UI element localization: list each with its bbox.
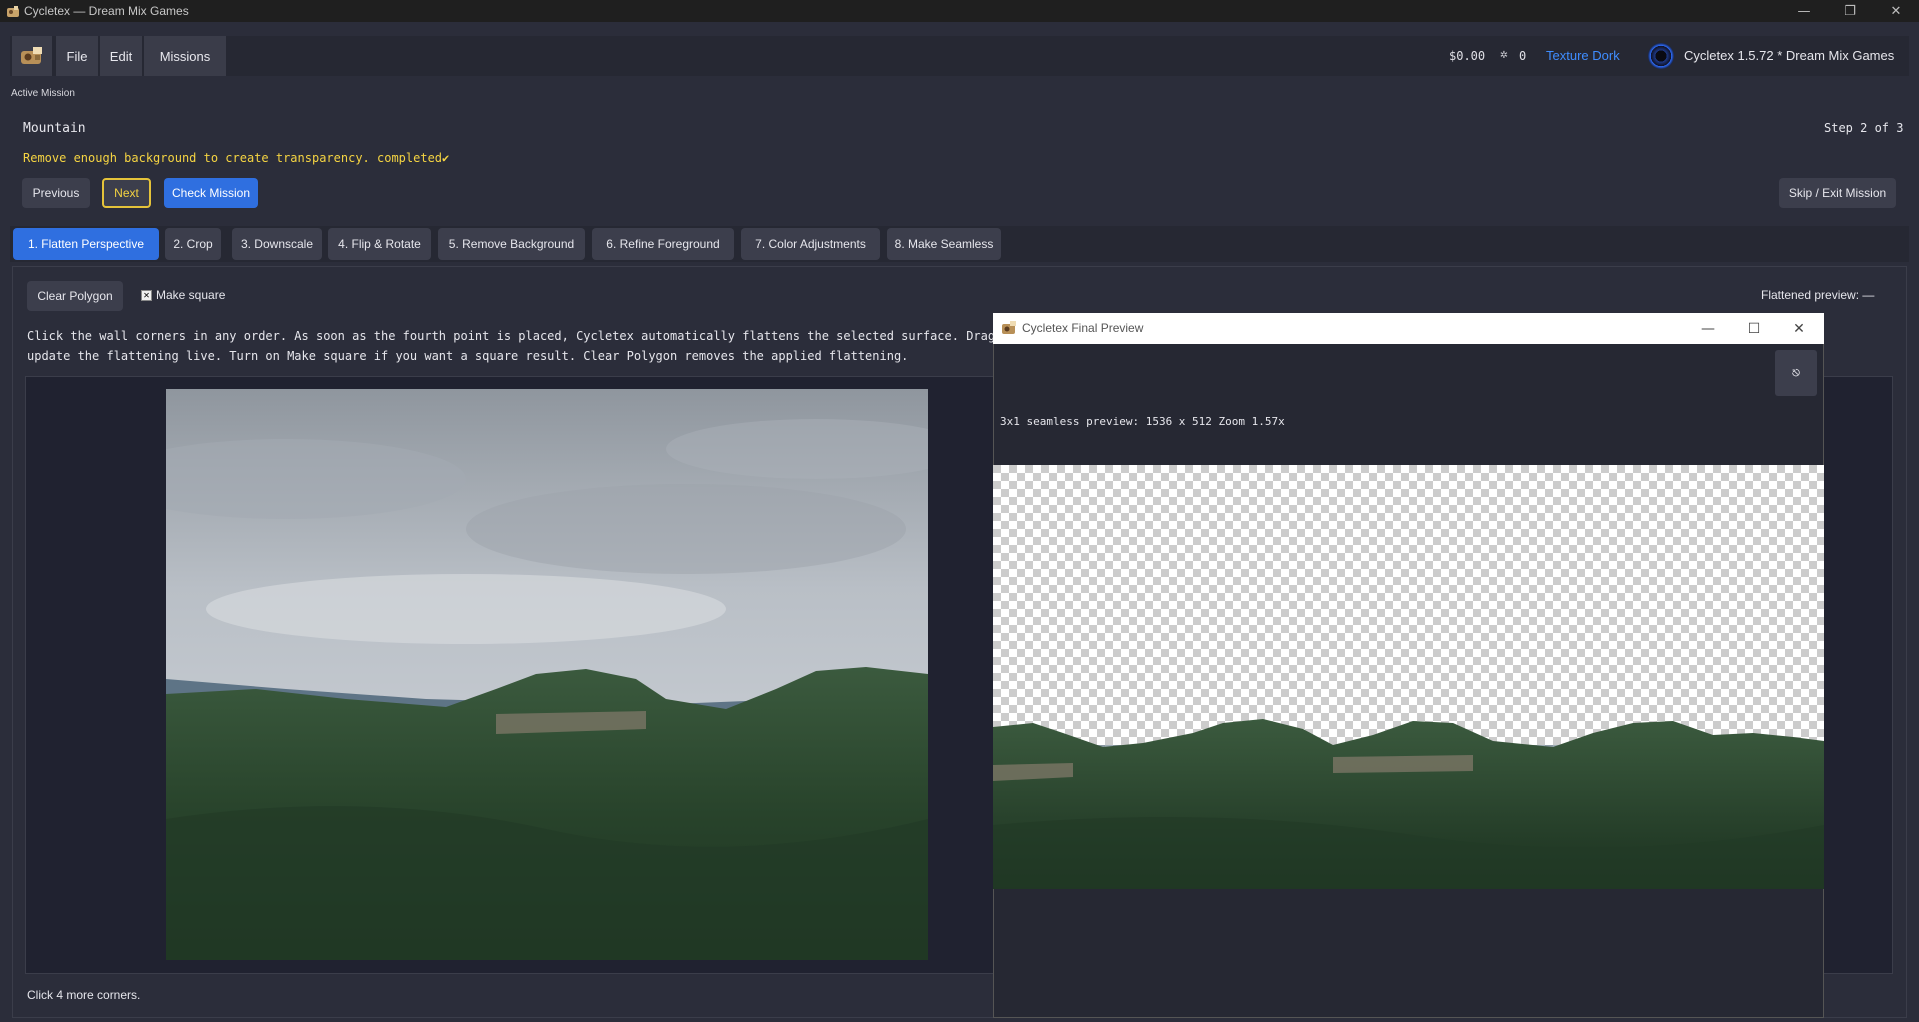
app-logo-button[interactable]: [12, 36, 52, 76]
instructions-line-2: update the flattening live. Turn on Make…: [27, 349, 909, 363]
previous-button[interactable]: Previous: [22, 178, 90, 208]
menu-file[interactable]: File: [56, 36, 98, 76]
menu-edit[interactable]: Edit: [100, 36, 142, 76]
menu-bar: [10, 36, 1909, 76]
preview-info: 3x1 seamless preview: 1536 x 512 Zoom 1.…: [1000, 415, 1285, 428]
skip-exit-mission-button[interactable]: Skip / Exit Mission: [1779, 178, 1896, 208]
close-button[interactable]: ✕: [1873, 0, 1919, 22]
flattened-preview-status: Flattened preview: —: [1761, 288, 1875, 302]
version-label: Cycletex 1.5.72 * Dream Mix Games: [1684, 48, 1895, 63]
instructions: Click the wall corners in any order. As …: [27, 326, 1007, 366]
preview-title: Cycletex Final Preview: [1022, 321, 1144, 335]
brand-logo-icon: [1648, 43, 1674, 69]
drops-count: 0: [1519, 49, 1527, 63]
source-photo[interactable]: [166, 389, 928, 960]
minimize-button[interactable]: —: [1781, 0, 1827, 22]
restore-button[interactable]: ❐: [1827, 0, 1873, 22]
instructions-line-1: Click the wall corners in any order. As …: [27, 329, 1007, 343]
mission-step: Step 2 of 3: [1824, 121, 1904, 135]
app-logo-icon: [21, 47, 42, 64]
make-square-label[interactable]: Make square: [156, 288, 225, 302]
window-title: Cycletex — Dream Mix Games: [24, 4, 189, 18]
tab-color-adjustments[interactable]: 7. Color Adjustments: [741, 228, 880, 260]
preview-app-icon: [1001, 320, 1017, 336]
money-display: $0.00: [1449, 49, 1486, 63]
tab-flip-rotate[interactable]: 4. Flip & Rotate: [328, 228, 431, 260]
window-titlebar: [0, 0, 1919, 22]
app-icon: [6, 4, 20, 18]
seamless-preview-image: [993, 465, 1824, 889]
active-mission-label: Active Mission: [11, 88, 75, 99]
drops-icon: ✲: [1500, 47, 1508, 62]
check-mission-button[interactable]: Check Mission: [164, 178, 258, 208]
theme-link[interactable]: Texture Dork: [1546, 48, 1620, 63]
clear-polygon-button[interactable]: Clear Polygon: [27, 281, 123, 311]
tab-refine-foreground[interactable]: 6. Refine Foreground: [592, 228, 734, 260]
corners-hint: Click 4 more corners.: [27, 988, 141, 1002]
preview-close-button[interactable]: ✕: [1777, 313, 1821, 344]
preview-minimize-button[interactable]: —: [1686, 313, 1730, 344]
tab-crop[interactable]: 2. Crop: [165, 228, 221, 260]
tab-downscale[interactable]: 3. Downscale: [232, 228, 322, 260]
share-icon[interactable]: ⎋: [1775, 350, 1817, 396]
make-square-checkbox[interactable]: ✕: [141, 290, 152, 301]
tab-remove-background[interactable]: 5. Remove Background: [438, 228, 585, 260]
next-button[interactable]: Next: [102, 178, 151, 208]
preview-maximize-button[interactable]: ☐: [1732, 313, 1776, 344]
mission-name: Mountain: [23, 121, 86, 136]
tab-make-seamless[interactable]: 8. Make Seamless: [887, 228, 1001, 260]
tab-flatten-perspective[interactable]: 1. Flatten Perspective: [13, 228, 159, 260]
mission-status: Remove enough background to create trans…: [23, 151, 450, 165]
menu-missions[interactable]: Missions: [144, 36, 226, 76]
